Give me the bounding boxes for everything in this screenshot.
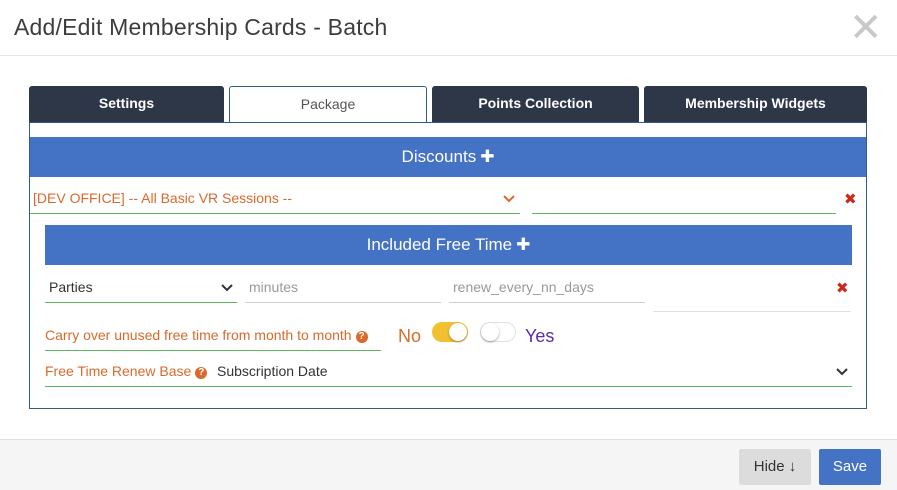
renew-base-label: Free Time Renew Base? bbox=[45, 363, 208, 379]
discounts-add-bar[interactable]: Discounts ✚ bbox=[30, 137, 866, 177]
help-icon[interactable]: ? bbox=[355, 331, 368, 343]
discount-select[interactable]: [DEV OFFICE] -- All Basic VR Sessions -- bbox=[30, 181, 520, 214]
plus-icon: ✚ bbox=[516, 235, 531, 254]
hide-button[interactable]: Hide ↓ bbox=[739, 449, 811, 485]
free-time-type-value: Parties bbox=[49, 279, 93, 295]
carry-over-yes-label: Yes bbox=[525, 326, 555, 346]
carry-over-label: Carry over unused free time from month t… bbox=[45, 327, 368, 343]
carry-over-no-label: No bbox=[398, 326, 422, 346]
free-time-add-bar[interactable]: Included Free Time ✚ bbox=[45, 225, 852, 265]
tab-bar: Settings Package Points Collection Membe… bbox=[29, 86, 867, 123]
tab-package[interactable]: Package bbox=[229, 86, 427, 123]
help-icon[interactable]: ? bbox=[195, 367, 208, 379]
free-time-row-divider bbox=[653, 270, 851, 312]
renew-base-select[interactable]: Free Time Renew Base? Subscription Date bbox=[45, 356, 852, 387]
carry-over-no-toggle[interactable] bbox=[432, 322, 468, 342]
discounts-title: Discounts bbox=[401, 147, 477, 166]
discount-value-input[interactable] bbox=[532, 181, 836, 214]
renew-base-value: Subscription Date bbox=[217, 363, 328, 379]
carry-over-yes-toggle[interactable] bbox=[480, 322, 516, 342]
carry-over-label-wrap: Carry over unused free time from month t… bbox=[45, 321, 381, 351]
minutes-placeholder: minutes bbox=[249, 279, 299, 295]
chevron-down-icon bbox=[503, 195, 515, 203]
renew-days-input[interactable]: renew_every_nn_days bbox=[449, 270, 645, 303]
minutes-input[interactable]: minutes bbox=[245, 270, 441, 303]
remove-discount-icon[interactable]: ✖ bbox=[844, 190, 857, 208]
free-time-type-select[interactable]: Parties bbox=[45, 270, 237, 303]
tab-settings[interactable]: Settings bbox=[29, 86, 224, 122]
discount-select-value: [DEV OFFICE] -- All Basic VR Sessions -- bbox=[33, 190, 293, 206]
modal-header: Add/Edit Membership Cards - Batch ✕ bbox=[0, 0, 897, 56]
modal-footer: Hide ↓ Save bbox=[0, 439, 897, 490]
remove-free-time-icon[interactable]: ✖ bbox=[836, 279, 849, 297]
membership-modal: Add/Edit Membership Cards - Batch ✕ Sett… bbox=[0, 0, 897, 490]
package-panel: Discounts ✚ [DEV OFFICE] -- All Basic VR … bbox=[29, 122, 867, 409]
toggle-knob bbox=[449, 323, 467, 341]
plus-icon: ✚ bbox=[480, 147, 495, 166]
renew-days-placeholder: renew_every_nn_days bbox=[453, 279, 594, 295]
tab-points-collection[interactable]: Points Collection bbox=[432, 86, 639, 122]
chevron-down-icon bbox=[221, 284, 233, 292]
carry-over-label-text: Carry over unused free time from month t… bbox=[45, 327, 352, 343]
chevron-down-icon bbox=[836, 368, 848, 376]
modal-title: Add/Edit Membership Cards - Batch bbox=[14, 14, 388, 40]
toggle-knob bbox=[481, 323, 499, 341]
tab-membership-widgets[interactable]: Membership Widgets bbox=[644, 86, 867, 122]
free-time-title: Included Free Time bbox=[366, 235, 513, 254]
renew-base-label-text: Free Time Renew Base bbox=[45, 363, 192, 379]
close-icon[interactable]: ✕ bbox=[849, 8, 883, 48]
save-button[interactable]: Save bbox=[819, 449, 881, 485]
